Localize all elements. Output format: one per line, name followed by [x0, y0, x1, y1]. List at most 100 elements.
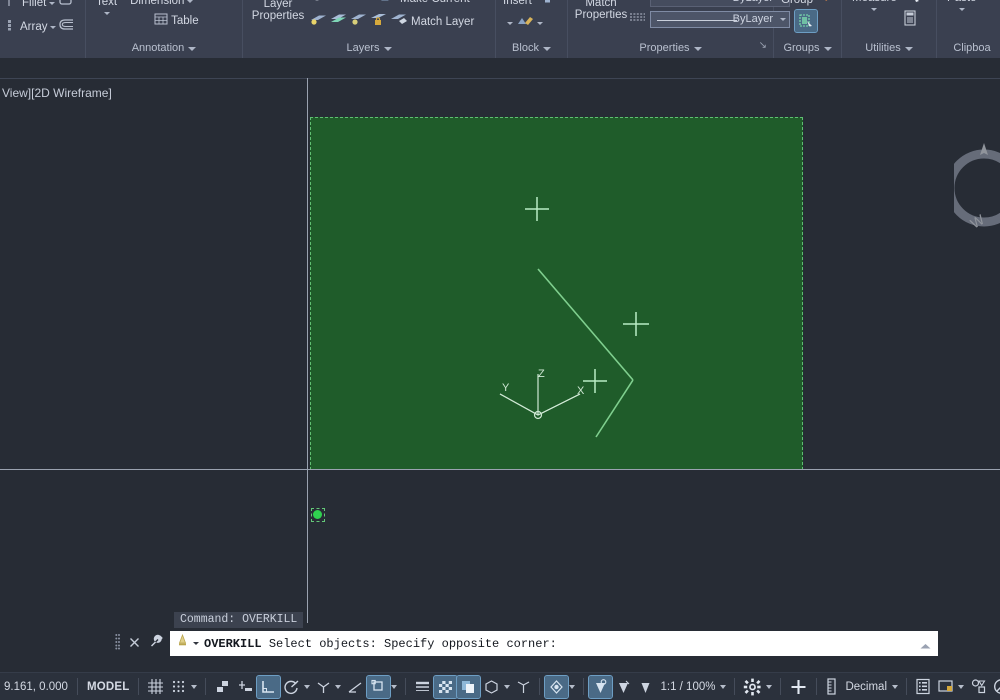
snap-mode-toggle[interactable] — [167, 676, 190, 698]
annotation-expand-caret-icon[interactable] — [188, 46, 197, 51]
group-button[interactable]: Group — [781, 0, 834, 9]
linetype-combo[interactable]: ByLayer — [650, 10, 790, 28]
dimension-caret-icon[interactable] — [187, 0, 194, 3]
rectangle-icon[interactable] — [58, 0, 73, 12]
layer-freeze-icon[interactable] — [327, 0, 343, 8]
measure-tool-icon[interactable] — [903, 0, 921, 8]
groups-expand-caret-icon[interactable] — [823, 46, 832, 51]
drag-handle-icon[interactable] — [115, 633, 120, 655]
gizmo-caret-icon[interactable] — [569, 684, 576, 689]
command-bar-handle[interactable] — [112, 631, 142, 656]
transparency-toggle[interactable] — [433, 674, 459, 699]
dynamic-input-toggle[interactable] — [234, 676, 257, 698]
units-icon[interactable] — [822, 676, 841, 698]
ribbon-panel-clipboard-title[interactable]: Clipboa — [941, 39, 1000, 58]
command-options-caret-icon[interactable] — [193, 642, 199, 645]
annotation-scale-icon[interactable] — [635, 676, 656, 698]
drawing-viewport[interactable]: om View][2D Wireframe] — [0, 58, 1000, 623]
layer-lock2-icon[interactable] — [370, 12, 387, 31]
calculator-icon[interactable] — [903, 10, 921, 31]
dimension-button[interactable]: Dimension — [130, 0, 199, 7]
match-layer-icon[interactable] — [390, 12, 408, 31]
close-icon[interactable] — [129, 635, 140, 653]
3d-object-snap-caret-icon[interactable] — [504, 684, 511, 689]
workspace-switching-button[interactable] — [740, 676, 765, 698]
coordinates-display[interactable]: 9.161, 0.000 — [0, 681, 72, 693]
gizmo-toggle[interactable] — [544, 674, 570, 699]
layer-freeze2-icon[interactable] — [330, 12, 347, 31]
ribbon-panel-annotation-title[interactable]: Annotation — [90, 39, 238, 58]
object-snap-toggle[interactable] — [366, 674, 392, 699]
paste-caret-icon[interactable] — [958, 8, 965, 11]
model-space-button[interactable]: MODEL — [83, 681, 134, 693]
customization-button[interactable] — [912, 676, 934, 698]
array-caret-icon[interactable] — [50, 25, 57, 29]
measure-caret-icon[interactable] — [871, 8, 878, 11]
block-expand-caret-icon[interactable] — [542, 46, 551, 51]
layer-lock-icon[interactable] — [346, 0, 359, 8]
edit-block-caret-icon[interactable] — [537, 22, 543, 25]
paste-icon[interactable] — [981, 0, 999, 6]
paste-button[interactable]: Paste — [944, 0, 979, 11]
units-caret-icon[interactable] — [892, 684, 899, 689]
3d-object-snap-toggle[interactable] — [480, 676, 503, 698]
object-snap-caret-icon[interactable] — [391, 684, 398, 689]
layer-isolate-icon[interactable] — [362, 0, 376, 8]
ortho-mode-toggle[interactable] — [256, 674, 282, 699]
isometric-drafting-caret-icon[interactable] — [335, 684, 342, 689]
navigation-compass-icon[interactable]: W — [954, 133, 1000, 243]
group-edit-button[interactable] — [794, 9, 834, 33]
layer-off-icon[interactable] — [310, 12, 327, 31]
lineweight-toggle[interactable] — [411, 676, 434, 698]
match-properties-button[interactable]: Match Properties — [575, 0, 627, 21]
utilities-expand-caret-icon[interactable] — [904, 46, 913, 51]
ribbon-panel-groups-title[interactable]: Groups — [778, 39, 837, 58]
group-edit-icon[interactable] — [794, 9, 818, 33]
ribbon-panel-layers-title[interactable]: Layers — [247, 39, 491, 58]
workspace-switching-caret-icon[interactable] — [766, 684, 773, 689]
annotation-visibility-toggle[interactable] — [588, 674, 614, 699]
selection-grip[interactable] — [313, 510, 322, 519]
command-input[interactable]: OVERKILL Select objects: Specify opposit… — [170, 631, 938, 656]
layer-on-icon[interactable] — [310, 0, 324, 8]
layer-properties-button[interactable]: Layer Properties — [250, 0, 306, 22]
resize-grip-icon[interactable] — [919, 638, 932, 656]
grid-display-toggle[interactable] — [144, 676, 167, 698]
clean-screen-button[interactable] — [990, 676, 1000, 698]
array-button[interactable]: Array — [7, 18, 76, 36]
insert-block-button[interactable]: Insert — [503, 0, 555, 10]
units-value[interactable]: Decimal — [841, 681, 891, 693]
layer-unisolate-icon[interactable] — [350, 12, 367, 31]
annotation-scale-caret-icon[interactable] — [720, 684, 727, 689]
edit-block-button[interactable] — [507, 14, 555, 33]
isometric-drafting-toggle[interactable] — [313, 676, 334, 698]
object-snap-tracking-toggle[interactable] — [344, 676, 367, 698]
selection-cycling-toggle[interactable] — [456, 674, 482, 699]
autoscale-toggle[interactable] — [612, 676, 635, 698]
measure-button[interactable]: Measure — [849, 0, 900, 11]
wrench-icon[interactable] — [149, 634, 164, 654]
insert-caret-icon[interactable] — [507, 22, 513, 25]
hardware-acceleration-button[interactable] — [786, 676, 811, 698]
graphics-performance-button[interactable] — [967, 676, 990, 698]
ribbon-panel-block-title[interactable]: Block — [500, 39, 563, 58]
polar-tracking-toggle[interactable] — [280, 676, 303, 698]
annotation-scale-value[interactable]: 1:1 / 100% — [656, 681, 719, 693]
color-combo[interactable]: ByLayer — [650, 0, 790, 7]
ribbon-panel-utilities-title[interactable]: Utilities — [846, 39, 932, 58]
dynamic-ucs-toggle[interactable] — [513, 676, 534, 698]
make-current-icon[interactable] — [379, 0, 397, 8]
infer-constraints-toggle[interactable] — [211, 676, 234, 698]
fillet-button[interactable]: Fillet — [7, 0, 76, 12]
properties-dialog-launcher-icon[interactable]: ↘ — [759, 36, 767, 55]
ribbon-panel-properties-title[interactable]: Properties ↘ — [572, 39, 769, 58]
fillet-caret-icon[interactable] — [49, 1, 56, 5]
snap-mode-caret-icon[interactable] — [191, 684, 198, 689]
layers-expand-caret-icon[interactable] — [383, 46, 392, 51]
text-caret-icon[interactable] — [103, 12, 110, 15]
polar-tracking-caret-icon[interactable] — [304, 684, 311, 689]
isolate-objects-button[interactable] — [934, 676, 957, 698]
text-button[interactable]: Text — [93, 0, 120, 15]
properties-expand-caret-icon[interactable] — [693, 46, 702, 51]
offset-icon[interactable] — [59, 18, 76, 36]
